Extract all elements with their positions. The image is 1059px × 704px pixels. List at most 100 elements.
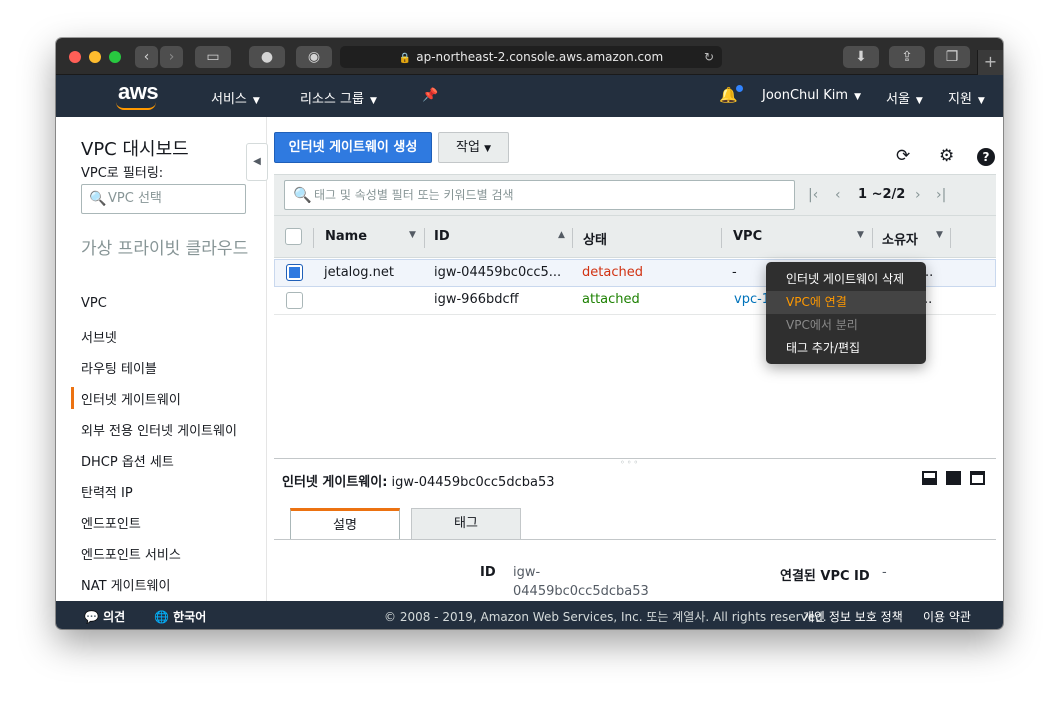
- first-page-icon[interactable]: |‹: [808, 187, 818, 203]
- user-label: JoonChul Kim: [762, 88, 849, 103]
- sidebar-item-route-tables[interactable]: 라우팅 테이블: [81, 358, 157, 377]
- tab-description[interactable]: 설명: [290, 508, 400, 540]
- feedback-link[interactable]: 💬 의견: [84, 608, 125, 625]
- detail-id-label: ID: [480, 565, 496, 580]
- support-label: 지원: [948, 92, 972, 107]
- pin-icon[interactable]: 📌: [422, 88, 438, 103]
- forward-button[interactable]: ›: [160, 46, 183, 68]
- sidebar-item-dhcp-options[interactable]: DHCP 옵션 세트: [81, 451, 174, 470]
- url-text: ap-northeast-2.console.aws.amazon.com: [416, 50, 664, 64]
- sidebar-item-endpoint-services[interactable]: 엔드포인트 서비스: [81, 544, 181, 563]
- layout-full-icon[interactable]: [970, 471, 985, 485]
- column-divider: [572, 228, 573, 248]
- extension-button[interactable]: ◉: [296, 46, 332, 68]
- detail-id-value-line1: igw-: [513, 565, 541, 580]
- notification-dot: [736, 85, 743, 92]
- vpc-filter-placeholder: VPC 선택: [108, 191, 162, 206]
- compass-icon: ◉: [307, 49, 321, 65]
- privacy-link[interactable]: 개인 정보 보호 정책: [803, 608, 903, 625]
- downloads-button[interactable]: ⬇: [843, 46, 879, 68]
- sidebar-item-vpc[interactable]: VPC: [81, 296, 107, 311]
- actions-label: 작업: [456, 140, 480, 155]
- create-internet-gateway-button[interactable]: 인터넷 게이트웨이 생성: [274, 132, 432, 163]
- prev-page-icon[interactable]: ‹: [835, 187, 841, 203]
- minimize-window-button[interactable]: [89, 51, 101, 63]
- row-checkbox[interactable]: [286, 264, 303, 281]
- detail-title-value: igw-04459bc0cc5dcba53: [391, 475, 555, 490]
- terms-link[interactable]: 이용 약관: [923, 608, 971, 625]
- services-menu[interactable]: 서비스 ▼: [211, 88, 260, 107]
- next-page-icon[interactable]: ›: [915, 187, 921, 203]
- browser-toolbar: ‹ › ▭ ● ◉ 🔒 ap-northeast-2.console.aws.am…: [56, 38, 1003, 75]
- column-divider: [872, 228, 873, 248]
- resize-grip-icon[interactable]: ◦◦◦: [620, 458, 640, 467]
- column-header-status[interactable]: 상태: [583, 229, 607, 248]
- sort-caret-icon[interactable]: ▼: [857, 230, 864, 240]
- last-page-icon[interactable]: ›|: [936, 187, 946, 203]
- menu-item-delete-igw[interactable]: 인터넷 게이트웨이 삭제: [766, 268, 926, 291]
- menu-item-attach-to-vpc[interactable]: VPC에 연결: [766, 291, 926, 314]
- sidebar-toggle-button[interactable]: ▭: [195, 46, 231, 68]
- help-icon[interactable]: ?: [977, 148, 995, 166]
- user-menu[interactable]: JoonChul Kim ▼: [762, 88, 861, 103]
- detail-vpc-value: -: [882, 565, 887, 580]
- select-all-checkbox[interactable]: [285, 228, 302, 245]
- column-header-owner[interactable]: 소유자: [882, 229, 918, 248]
- sidebar-item-nat-gateways[interactable]: NAT 게이트웨이: [81, 575, 170, 594]
- chevron-down-icon: ▼: [977, 96, 985, 106]
- sort-ascending-icon[interactable]: ▲: [558, 230, 565, 240]
- sort-caret-icon[interactable]: ▼: [409, 230, 416, 240]
- sidebar-item-subnets[interactable]: 서브넷: [81, 327, 117, 346]
- vpc-filter-label: VPC로 필터링:: [81, 166, 164, 181]
- bell-icon[interactable]: 🔔: [719, 86, 738, 104]
- sort-caret-icon[interactable]: ▼: [936, 230, 943, 240]
- tabs-overview-button[interactable]: ❐: [934, 46, 970, 68]
- region-menu[interactable]: 서울 ▼: [886, 88, 923, 107]
- layout-split-icon[interactable]: [946, 471, 961, 485]
- zoom-window-button[interactable]: [109, 51, 121, 63]
- column-divider: [424, 228, 425, 248]
- column-header-vpc[interactable]: VPC: [733, 229, 762, 244]
- services-label: 서비스: [211, 92, 247, 107]
- sidebar-item-endpoints[interactable]: 엔드포인트: [81, 513, 141, 532]
- actions-button[interactable]: 작업 ▼: [438, 132, 509, 163]
- language-selector[interactable]: 🌐 한국어: [154, 608, 206, 625]
- row-checkbox[interactable]: [286, 292, 303, 309]
- cell-id: igw-04459bc0cc5...: [434, 265, 562, 280]
- sidebar-item-internet-gateways[interactable]: 인터넷 게이트웨이: [81, 389, 181, 408]
- column-divider: [721, 228, 722, 248]
- chevron-down-icon: ▼: [484, 144, 491, 154]
- share-button[interactable]: ⇪: [889, 46, 925, 68]
- resource-groups-menu[interactable]: 리소스 그룹 ▼: [300, 88, 377, 107]
- gear-icon[interactable]: ⚙: [939, 146, 954, 166]
- column-header-id[interactable]: ID: [434, 229, 450, 244]
- chevron-down-icon: ▼: [252, 96, 260, 106]
- support-menu[interactable]: 지원 ▼: [948, 88, 985, 107]
- close-window-button[interactable]: [69, 51, 81, 63]
- new-tab-button[interactable]: +: [977, 50, 1003, 75]
- search-icon: 🔍: [293, 186, 312, 204]
- sidebar-item-elastic-ip[interactable]: 탄력적 IP: [81, 482, 133, 501]
- menu-item-manage-tags[interactable]: 태그 추가/편집: [766, 337, 926, 360]
- sidebar: VPC 대시보드 VPC로 필터링: 🔍 VPC 선택 가상 프라이빗 클라우드…: [56, 117, 267, 601]
- vpc-filter-select[interactable]: 🔍 VPC 선택: [81, 184, 246, 214]
- sidebar-item-egress-only-igw[interactable]: 외부 전용 인터넷 게이트웨이: [81, 420, 237, 439]
- layout-bottom-icon[interactable]: [922, 471, 937, 485]
- back-button[interactable]: ‹: [135, 46, 158, 68]
- sidebar-section-heading: 가상 프라이빗 클라우드: [81, 239, 249, 259]
- evernote-extension-button[interactable]: ●: [249, 46, 285, 68]
- tab-tags[interactable]: 태그: [411, 508, 521, 540]
- region-label: 서울: [886, 92, 910, 107]
- chevron-down-icon: ▼: [915, 96, 923, 106]
- refresh-icon[interactable]: ⟳: [896, 146, 910, 166]
- column-header-name[interactable]: Name: [325, 229, 367, 244]
- address-bar[interactable]: 🔒 ap-northeast-2.console.aws.amazon.com ↻: [340, 46, 722, 68]
- chevron-right-icon: ›: [168, 49, 175, 65]
- search-icon: 🔍: [89, 191, 107, 207]
- sidebar-collapse-button[interactable]: ◀: [246, 143, 268, 181]
- reload-icon[interactable]: ↻: [704, 46, 714, 68]
- search-input[interactable]: 🔍 태그 및 속성별 필터 또는 키워드별 검색: [284, 180, 795, 210]
- chevron-left-icon: ‹: [143, 49, 150, 65]
- sidebar-title[interactable]: VPC 대시보드: [81, 135, 189, 161]
- cell-vpc-link[interactable]: vpc-1: [734, 292, 770, 307]
